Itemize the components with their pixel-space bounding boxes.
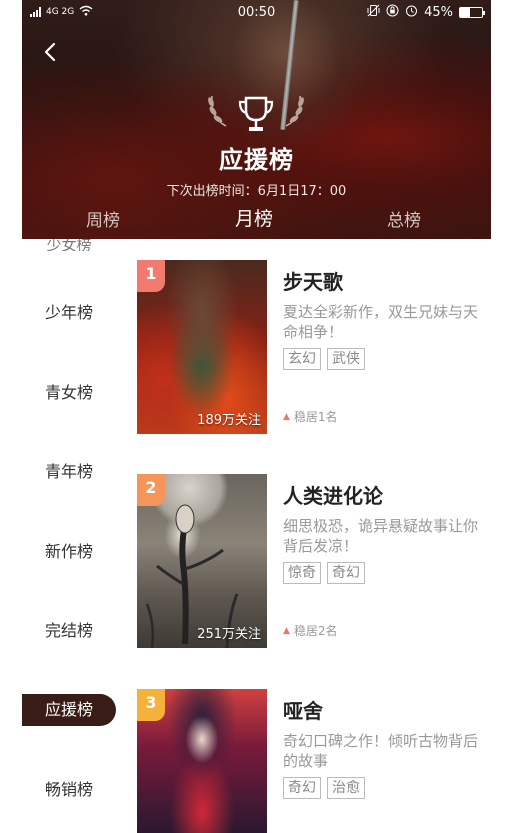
rank-badge: 2 [137,474,165,506]
tab-monthly[interactable]: 月榜 [235,204,273,231]
tag-list: 奇幻 治愈 [283,777,365,799]
genre-tag: 玄幻 [283,348,321,370]
rank-status: ▲ 稳居1名 [283,408,338,425]
sidebar-item-young-men[interactable]: 青年榜 [22,456,116,488]
sidebar-item-bestseller[interactable]: 畅销榜 [22,774,116,806]
comic-description: 奇幻口碑之作！倾听古物背后的故事 [283,732,479,770]
comic-description: 夏达全彩新作，双生兄妹与天命相争！ [283,303,479,341]
back-button[interactable] [36,36,64,68]
comic-description: 细思极恐，诡异悬疑故事让你背后发凉！ [283,517,479,555]
vibrate-icon [367,4,380,21]
tab-weekly[interactable]: 周榜 [86,206,120,231]
triangle-up-icon: ▲ [283,625,290,636]
trophy-icon [238,96,274,131]
followers-count: 251万关注 [197,627,261,642]
sidebar-item-boys[interactable]: 少年榜 [22,297,116,329]
list-item[interactable]: 1 189万关注 步天歌 夏达全彩新作，双生兄妹与天命相争！ 玄幻 武侠 ▲ 稳… [137,260,491,434]
status-time: 00:50 [237,4,276,20]
status-right-group: 45% [367,4,485,21]
laurel-right-icon [285,95,304,127]
network-label: 4G 2G [46,7,75,17]
sidebar-item-girls[interactable]: 少女榜 [22,239,116,251]
alarm-icon [405,4,418,21]
wifi-icon [79,5,93,19]
list-item[interactable]: 3 哑舍 奇幻口碑之作！倾听古物背后的故事 奇幻 治愈 [137,689,491,833]
comic-cover[interactable]: 3 [137,689,267,833]
next-release-time: 下次出榜时间：6月1日17：00 [166,184,347,199]
page-title: 应援榜 [219,146,294,174]
ranking-sidebar: 少女榜 少年榜 青女榜 青年榜 新作榜 完结榜 应援榜 畅销榜 [22,239,132,833]
genre-tag: 武侠 [327,348,365,370]
followers-count: 189万关注 [197,413,261,428]
sidebar-item-completed[interactable]: 完结榜 [22,615,116,647]
comic-title[interactable]: 人类进化论 [283,480,383,509]
rank-badge: 3 [137,689,165,721]
comic-cover[interactable]: 2 251万关注 [137,474,267,648]
sidebar-item-young-women[interactable]: 青女榜 [22,377,116,409]
signal-indicators: 4G 2G [30,5,93,19]
battery-icon [459,6,485,18]
sidebar-item-support[interactable]: 应援榜 [22,694,116,726]
tag-list: 惊奇 奇幻 [283,562,365,584]
rank-status-text: 稳居1名 [293,410,338,424]
genre-tag: 惊奇 [283,562,321,584]
rank-status-text: 稳居2名 [293,624,338,638]
rank-status: ▲ 稳居2名 [283,622,338,639]
triangle-up-icon: ▲ [283,411,290,422]
battery-percent: 45% [424,4,453,20]
list-item[interactable]: 2 251万关注 人类进化论 细思极恐，诡异悬疑故事让你背后发凉！ 惊奇 奇幻 … [137,474,491,648]
comic-title[interactable]: 哑舍 [283,695,323,724]
lock-rotation-icon [386,4,399,21]
genre-tag: 奇幻 [283,777,321,799]
tag-list: 玄幻 武侠 [283,348,365,370]
chevron-left-icon [44,42,56,62]
genre-tag: 治愈 [327,777,365,799]
rank-badge: 1 [137,260,165,292]
comic-cover[interactable]: 1 189万关注 [137,260,267,434]
genre-tag: 奇幻 [327,562,365,584]
laurel-left-icon [208,95,227,127]
signal-icon [30,7,41,17]
period-tabs: 周榜 月榜 总榜 [22,202,491,234]
status-bar: 4G 2G 00:50 45% [22,0,491,24]
comic-title[interactable]: 步天歌 [283,266,343,295]
tab-total[interactable]: 总榜 [387,206,421,231]
sidebar-item-new-works[interactable]: 新作榜 [22,536,116,568]
